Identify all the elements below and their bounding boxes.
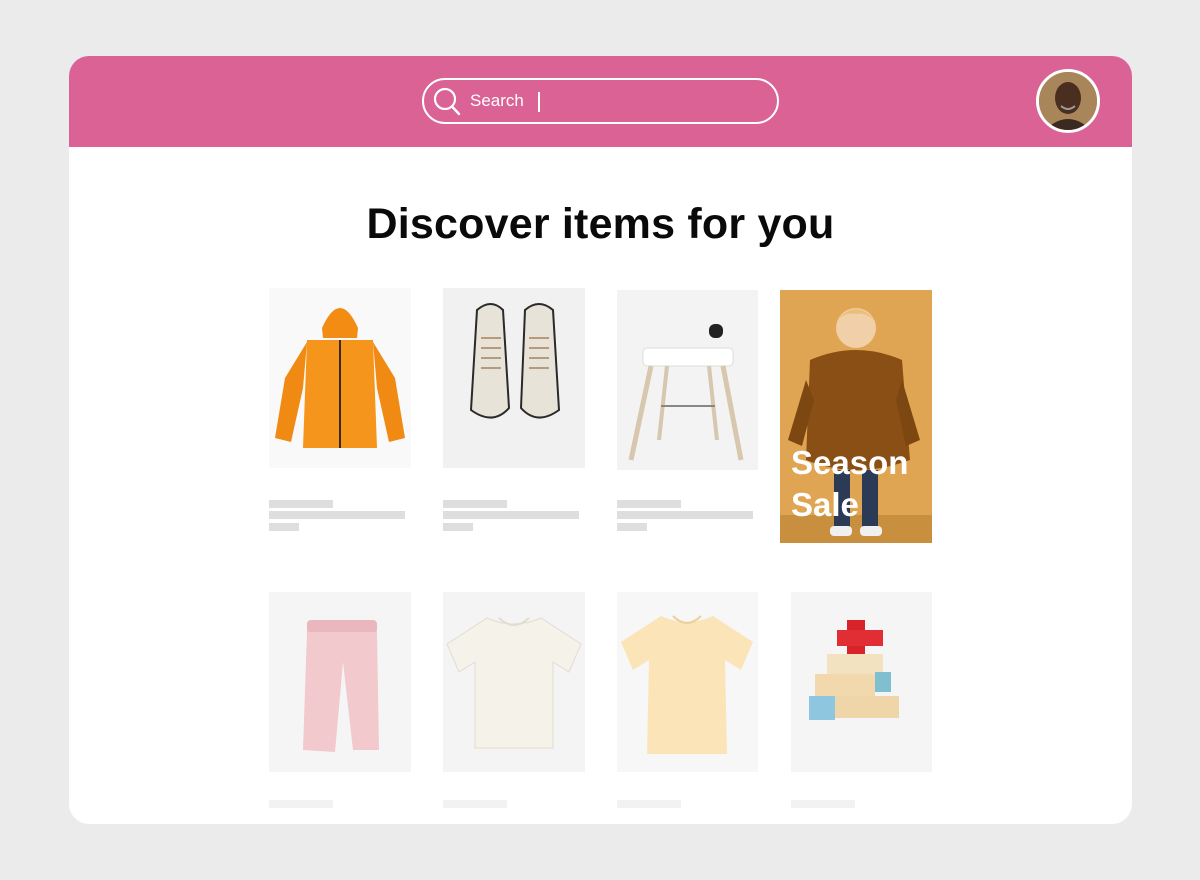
price-placeholder <box>443 523 473 531</box>
title-placeholder <box>617 500 681 508</box>
title-placeholder <box>617 800 681 808</box>
description-placeholder <box>269 511 405 519</box>
app-window: Discover items for you <box>69 56 1132 824</box>
description-placeholder <box>617 511 753 519</box>
avatar[interactable] <box>1036 69 1100 133</box>
user-portrait-icon <box>1039 72 1097 130</box>
price-placeholder <box>269 523 299 531</box>
baby-walker-chair-icon <box>628 324 744 461</box>
season-sale-banner[interactable]: Season Sale <box>780 290 932 543</box>
product-card-hoodie[interactable] <box>269 288 411 468</box>
product-card-pants[interactable] <box>269 592 411 772</box>
toy-blocks-icon <box>809 620 899 720</box>
title-placeholder <box>269 500 333 508</box>
product-card-yellow-tee[interactable] <box>617 592 758 772</box>
search-bar[interactable] <box>422 78 779 124</box>
orange-hoodie-icon <box>275 308 405 448</box>
top-bar <box>69 56 1132 147</box>
search-input[interactable] <box>470 89 760 113</box>
search-icon <box>433 87 461 116</box>
product-card-white-tee[interactable] <box>443 592 585 772</box>
pink-pants-icon <box>303 620 379 752</box>
title-placeholder <box>791 800 855 808</box>
sneakers-icon <box>469 303 561 419</box>
title-placeholder <box>269 800 333 808</box>
product-card-walker[interactable] <box>617 290 758 470</box>
yellow-tshirt-icon <box>621 615 753 754</box>
title-placeholder <box>443 500 507 508</box>
text-cursor <box>538 92 540 112</box>
title-placeholder <box>443 800 507 808</box>
product-card-sneakers[interactable] <box>443 288 585 468</box>
page-title: Discover items for you <box>366 200 835 248</box>
product-card-blocks[interactable] <box>791 592 932 772</box>
white-tshirt-icon <box>446 617 582 749</box>
description-placeholder <box>443 511 579 519</box>
price-placeholder <box>617 523 647 531</box>
sale-label: Season Sale <box>791 444 909 523</box>
